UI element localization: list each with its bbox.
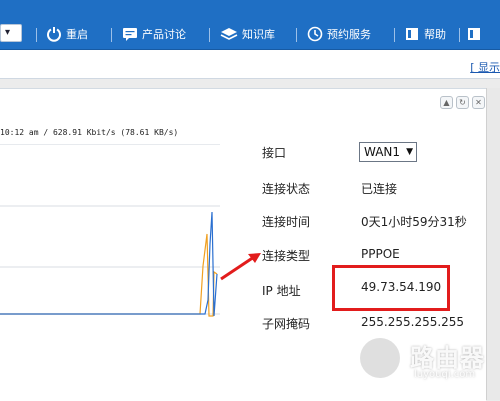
connection-status-label: 连接状态: [262, 182, 311, 196]
nav-help[interactable]: 帮助: [404, 24, 446, 44]
subnet-mask-value: 255.255.255.255: [361, 315, 465, 329]
nav-knowledge-base[interactable]: 知识库: [220, 24, 275, 44]
nav-knowledge-base-label: 知识库: [242, 28, 275, 41]
nav-reboot-label: 重启: [66, 28, 88, 41]
nav-reboot[interactable]: 重启: [46, 24, 88, 44]
nav-separator: [209, 28, 210, 42]
power-icon: [46, 26, 62, 42]
upload-series-line: [0, 211, 218, 317]
nav-product-discussion[interactable]: 产品讨论: [122, 24, 186, 44]
layers-icon: [220, 26, 238, 42]
refresh-icon[interactable]: ↻: [456, 96, 469, 109]
nav-separator: [459, 28, 460, 42]
nav-appointment-service[interactable]: 预约服务: [307, 24, 371, 44]
book-icon: [466, 26, 482, 42]
interface-select-value: WAN1: [364, 145, 401, 159]
nav-product-discussion-label: 产品讨论: [142, 28, 186, 41]
watermark-subtext: luyouqi.com: [414, 369, 476, 380]
connection-time-value: 0天1小时59分31秒: [361, 215, 467, 229]
book-icon: [404, 26, 420, 42]
subnet-mask-label: 子网掩码: [262, 317, 311, 331]
nav-appointment-service-label: 预约服务: [327, 28, 371, 41]
annotation-arrow-icon: [220, 253, 261, 281]
nav-separator: [111, 28, 112, 42]
nav-separator: [394, 28, 395, 42]
chevron-down-icon: ▼: [406, 147, 413, 157]
clock-icon: [307, 26, 323, 42]
traffic-stats: 10:12 am / 628.91 Kbit/s (78.61 KB/s): [0, 128, 179, 137]
connection-type-label: 连接类型: [262, 249, 311, 263]
nav-help-label: 帮助: [424, 28, 446, 41]
download-series-line: [0, 233, 218, 317]
connection-time-label: 连接时间: [262, 215, 311, 229]
sub-toolbar: [ 显示: [0, 50, 500, 79]
watermark-logo-icon: [360, 338, 400, 378]
nav-more[interactable]: [466, 24, 482, 44]
chevron-down-icon: ▾: [5, 27, 11, 38]
ip-highlight-box: [332, 265, 450, 311]
ip-address-label: IP 地址: [262, 284, 301, 298]
traffic-chart: [0, 144, 220, 317]
connection-type-value: PPPOE: [361, 247, 400, 261]
show-link[interactable]: [ 显示: [470, 59, 500, 75]
interface-label: 接口: [262, 146, 287, 160]
nav-separator: [296, 28, 297, 42]
top-dropdown[interactable]: ▾: [0, 24, 22, 42]
scrollbar[interactable]: [486, 88, 500, 400]
connection-status-value: 已连接: [361, 182, 398, 196]
chat-icon: [122, 26, 138, 42]
nav-separator: [36, 28, 37, 42]
collapse-icon[interactable]: ▲: [440, 96, 453, 109]
interface-select[interactable]: WAN1 ▼: [359, 142, 417, 162]
watermark-text: 路由器: [410, 344, 485, 372]
close-icon[interactable]: ✕: [472, 96, 485, 109]
